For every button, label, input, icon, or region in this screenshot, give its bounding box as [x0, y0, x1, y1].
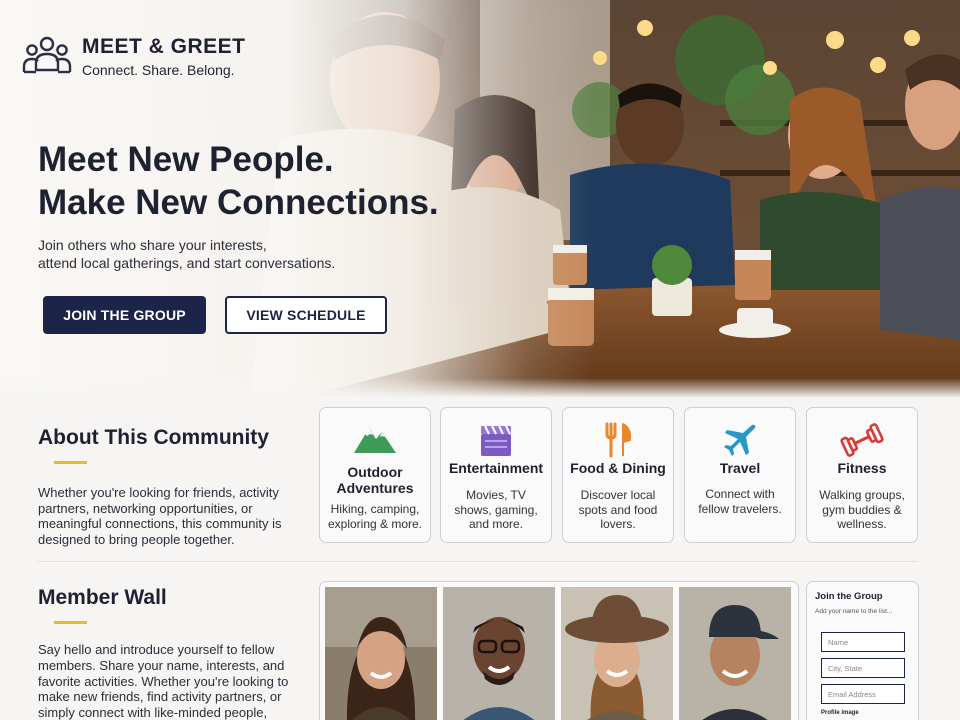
member-photo[interactable]	[443, 587, 555, 720]
member-photo[interactable]	[561, 587, 673, 720]
name-input[interactable]: Name	[821, 632, 905, 652]
member-wall-text: Say hello and introduce yourself to fell…	[38, 642, 289, 720]
member-photo-gallery	[319, 581, 799, 720]
category-desc: Connect with fellow travelers.	[698, 487, 782, 516]
category-title: Entertainment	[448, 460, 544, 476]
member-photo[interactable]	[325, 587, 437, 720]
category-title: Fitness	[837, 460, 887, 476]
brand[interactable]: MEET & GREET Connect. Share. Belong.	[22, 34, 246, 78]
join-form-title: Join the Group	[815, 591, 883, 602]
hero-banner: MEET & GREET Connect. Share. Belong. Mee…	[0, 0, 960, 398]
about-accent-line	[54, 461, 87, 464]
clapperboard-icon	[481, 425, 511, 456]
brand-title: MEET & GREET	[82, 34, 246, 58]
category-card-food[interactable]: Food & Dining Discover local spots and f…	[562, 407, 674, 543]
section-divider	[38, 561, 918, 562]
hero-headline: Meet New People. Make New Connections.	[38, 138, 439, 224]
member-wall-title: Member Wall	[38, 586, 167, 609]
wall-accent-line	[54, 621, 87, 624]
about-title: About This Community	[38, 426, 269, 449]
category-card-entertainment[interactable]: Entertainment Movies, TV shows, gaming, …	[440, 407, 552, 543]
profile-image-label: Profile image	[821, 710, 859, 716]
join-group-button[interactable]: JOIN THE GROUP	[43, 296, 206, 334]
mountain-icon	[354, 428, 396, 453]
brand-tagline: Connect. Share. Belong.	[82, 61, 235, 78]
headline-line-2: Make New Connections.	[38, 183, 439, 222]
category-desc: Discover local spots and food lovers.	[578, 488, 658, 531]
about-text: Whether you're looking for friends, acti…	[38, 485, 282, 547]
view-schedule-button[interactable]: VIEW SCHEDULE	[225, 296, 387, 334]
airplane-icon	[724, 424, 756, 456]
location-input[interactable]: City, State	[821, 658, 905, 678]
member-photo[interactable]	[679, 587, 791, 720]
email-input[interactable]: Email Address	[821, 684, 905, 704]
join-group-form: Join the Group Add your name to the list…	[806, 581, 919, 720]
category-title: Outdoor Adventures	[336, 464, 414, 496]
subtext-line-2: attend local gatherings, and start conve…	[38, 255, 336, 271]
fork-knife-icon	[605, 422, 632, 458]
category-desc: Walking groups, gym buddies & wellness.	[819, 488, 905, 531]
category-title: Food & Dining	[570, 460, 666, 476]
join-form-subtitle: Add your name to the list...	[815, 608, 893, 615]
subtext-line-1: Join others who share your interests,	[38, 237, 267, 253]
hero-subtext: Join others who share your interests, at…	[38, 236, 398, 272]
category-desc: Hiking, camping, exploring & more.	[327, 502, 423, 531]
category-title: Travel	[719, 460, 761, 476]
category-card-travel[interactable]: Travel Connect with fellow travelers.	[684, 407, 796, 543]
category-card-outdoor[interactable]: Outdoor Adventures Hiking, camping, expl…	[319, 407, 431, 543]
category-card-fitness[interactable]: Fitness Walking groups, gym buddies & we…	[806, 407, 918, 543]
dumbbell-icon	[840, 423, 884, 457]
people-group-icon	[22, 36, 72, 74]
headline-line-1: Meet New People.	[38, 140, 334, 179]
category-desc: Movies, TV shows, gaming, and more.	[454, 488, 538, 531]
